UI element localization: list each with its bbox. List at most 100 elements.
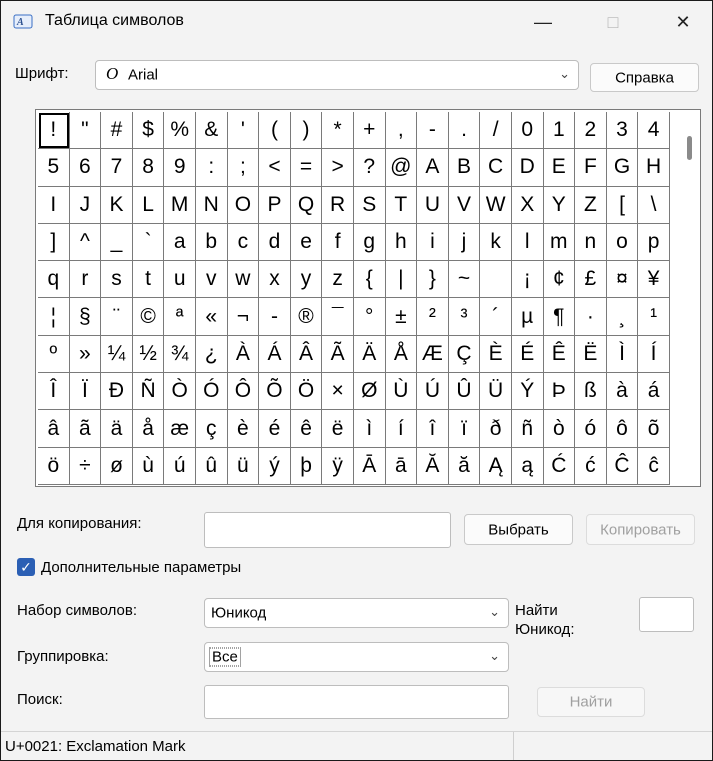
char-cell[interactable]: n xyxy=(575,223,607,262)
char-cell[interactable]: p xyxy=(638,223,670,262)
copy-input[interactable] xyxy=(204,512,451,548)
char-cell[interactable]: m xyxy=(543,223,576,262)
char-cell[interactable]: 1 xyxy=(543,112,576,150)
char-cell[interactable]: Ä xyxy=(353,335,386,374)
char-cell[interactable]: Æ xyxy=(417,335,449,374)
char-cell[interactable]: F xyxy=(575,149,607,187)
char-cell[interactable]: ¹ xyxy=(638,298,670,336)
char-cell[interactable]: 3 xyxy=(606,112,639,150)
char-cell[interactable]: ' xyxy=(227,112,260,150)
char-cell[interactable]: Ă xyxy=(417,447,449,485)
char-cell[interactable]: x xyxy=(259,261,291,299)
char-cell[interactable]: C xyxy=(480,149,512,187)
char-cell[interactable]: Ó xyxy=(195,373,228,411)
char-cell[interactable]: N xyxy=(195,186,228,224)
char-cell[interactable]: H xyxy=(638,149,670,187)
char-cell[interactable]: Ç xyxy=(448,335,481,374)
char-cell[interactable]: õ xyxy=(638,410,670,448)
char-cell[interactable]: M xyxy=(164,186,196,224)
char-cell[interactable]: à xyxy=(606,373,639,411)
char-cell[interactable]: ã xyxy=(69,410,102,448)
char-cell[interactable]: K xyxy=(101,186,133,224)
char-cell[interactable]: ¶ xyxy=(543,298,576,336)
close-button[interactable]: ✕ xyxy=(661,7,705,37)
char-cell[interactable]: ; xyxy=(227,149,260,187)
char-cell[interactable]: D xyxy=(511,149,544,187)
char-cell[interactable]: ò xyxy=(543,410,576,448)
charset-dropdown[interactable]: Юникод ⌄ xyxy=(204,598,509,628)
char-cell[interactable]: 6 xyxy=(69,149,102,187)
char-cell[interactable]: W xyxy=(480,186,512,224)
char-cell[interactable]: 5 xyxy=(38,149,70,187)
char-cell[interactable]: ^ xyxy=(69,223,102,262)
char-cell[interactable]: % xyxy=(164,112,196,150)
char-cell[interactable]: ÿ xyxy=(322,447,354,485)
char-cell[interactable]: ¢ xyxy=(543,261,576,299)
char-cell[interactable]: í xyxy=(385,410,418,448)
char-cell[interactable]: e xyxy=(290,223,323,262)
char-cell[interactable]: ® xyxy=(290,298,323,336)
char-cell[interactable]: ) xyxy=(290,112,323,150)
char-cell[interactable]: ą xyxy=(511,447,544,485)
char-cell[interactable]: c xyxy=(227,223,260,262)
char-cell[interactable]: f xyxy=(322,223,354,262)
select-button[interactable]: Выбрать xyxy=(464,514,573,545)
char-cell[interactable]: \ xyxy=(638,186,670,224)
minimize-button[interactable]: — xyxy=(521,7,565,37)
advanced-options-label[interactable]: Дополнительные параметры xyxy=(41,559,241,576)
char-cell[interactable]: . xyxy=(448,112,481,150)
char-cell[interactable]: V xyxy=(448,186,481,224)
char-cell[interactable]: Û xyxy=(448,373,481,411)
char-cell[interactable]: / xyxy=(480,112,512,150)
char-cell[interactable]: ý xyxy=(259,447,291,485)
char-cell[interactable]: 7 xyxy=(101,149,133,187)
char-cell[interactable]: ü xyxy=(227,447,260,485)
char-cell[interactable]: Â xyxy=(290,335,323,374)
char-cell[interactable]: d xyxy=(259,223,291,262)
char-cell[interactable]: Ô xyxy=(227,373,260,411)
char-cell[interactable]: · xyxy=(575,298,607,336)
char-cell[interactable]: « xyxy=(195,298,228,336)
char-cell[interactable]: T xyxy=(385,186,418,224)
char-cell[interactable]: _ xyxy=(101,223,133,262)
char-cell[interactable]: ß xyxy=(575,373,607,411)
char-cell[interactable]: ` xyxy=(132,223,165,262)
char-cell[interactable]: ç xyxy=(195,410,228,448)
search-input[interactable] xyxy=(204,685,509,719)
char-cell[interactable]: 4 xyxy=(638,112,670,150)
char-cell[interactable]: Ö xyxy=(290,373,323,411)
char-cell[interactable]: © xyxy=(132,298,165,336)
char-cell[interactable]: ( xyxy=(259,112,291,150)
char-cell[interactable]: û xyxy=(195,447,228,485)
char-cell[interactable]: L xyxy=(132,186,165,224)
char-cell[interactable] xyxy=(480,261,512,299)
char-cell[interactable]: Ë xyxy=(575,335,607,374)
char-cell[interactable]: : xyxy=(195,149,228,187)
char-cell[interactable]: 9 xyxy=(164,149,196,187)
char-cell[interactable]: Á xyxy=(259,335,291,374)
char-cell[interactable]: ¡ xyxy=(511,261,544,299)
char-cell[interactable]: ¿ xyxy=(195,335,228,374)
char-cell[interactable]: ´ xyxy=(480,298,512,336)
char-cell[interactable]: æ xyxy=(164,410,196,448)
char-cell[interactable]: 2 xyxy=(575,112,607,150)
char-cell[interactable]: I xyxy=(38,186,70,224)
char-cell[interactable]: § xyxy=(69,298,102,336)
char-cell[interactable]: Ą xyxy=(480,447,512,485)
char-cell[interactable]: ó xyxy=(575,410,607,448)
char-cell[interactable]: t xyxy=(132,261,165,299)
char-cell[interactable]: & xyxy=(195,112,228,150)
grouping-dropdown[interactable]: Все ⌄ xyxy=(204,642,509,672)
char-cell[interactable]: i xyxy=(417,223,449,262)
char-cell[interactable]: ¾ xyxy=(164,335,196,374)
char-cell[interactable]: ² xyxy=(417,298,449,336)
char-cell[interactable]: Ć xyxy=(543,447,576,485)
char-cell[interactable]: } xyxy=(417,261,449,299)
char-cell[interactable]: U xyxy=(417,186,449,224)
char-cell[interactable]: » xyxy=(69,335,102,374)
char-cell[interactable]: è xyxy=(227,410,260,448)
char-cell[interactable]: ¥ xyxy=(638,261,670,299)
char-cell[interactable]: a xyxy=(164,223,196,262)
char-cell[interactable]: P xyxy=(259,186,291,224)
char-cell[interactable]: Ò xyxy=(164,373,196,411)
